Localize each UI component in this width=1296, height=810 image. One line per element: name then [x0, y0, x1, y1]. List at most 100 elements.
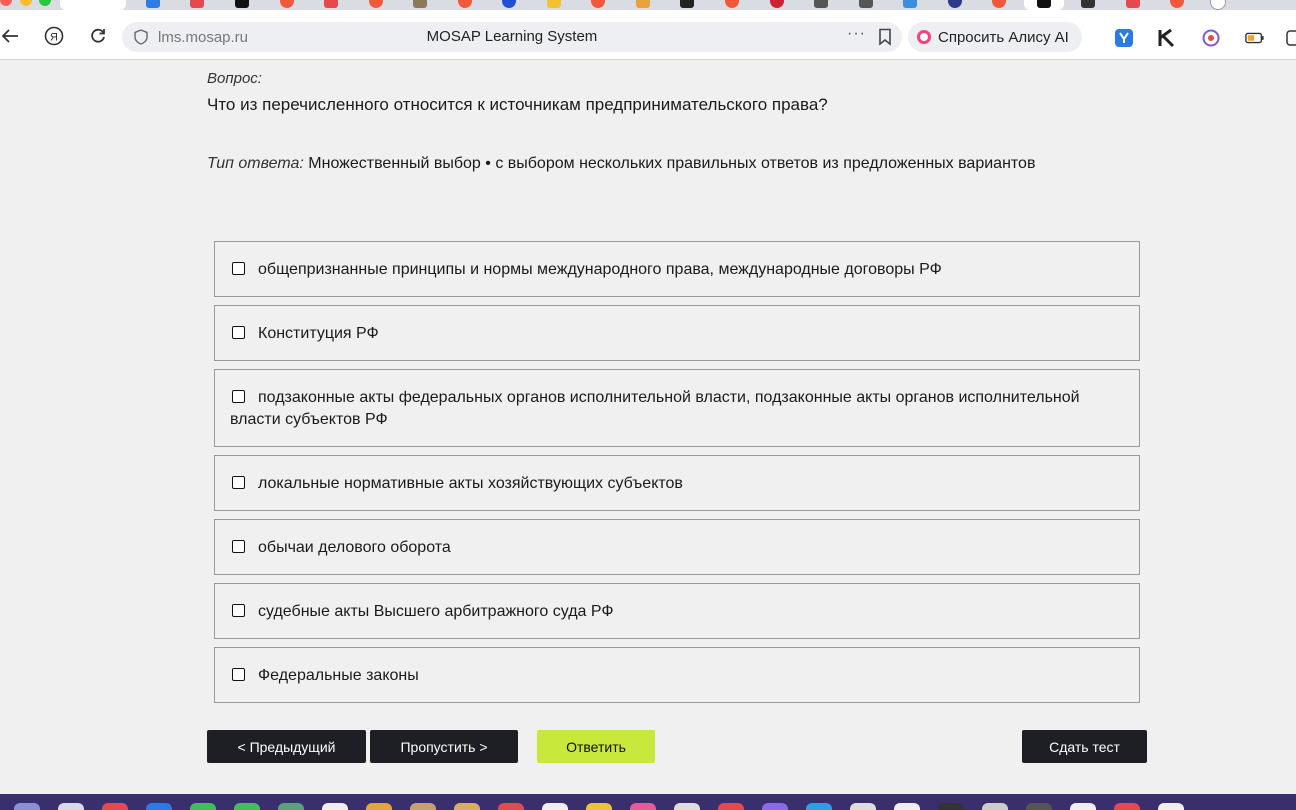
- dock-app-icon[interactable]: [630, 803, 656, 810]
- answer-option[interactable]: обычаи делового оборота: [214, 519, 1140, 575]
- answer-option-label: подзаконные акты федеральных органов исп…: [230, 389, 1080, 428]
- tab-favicon[interactable]: [725, 0, 739, 8]
- answer-option-label: Конституция РФ: [258, 325, 379, 342]
- answer-option[interactable]: локальные нормативные акты хозяйствующих…: [214, 455, 1140, 511]
- tab-favicon[interactable]: [324, 0, 338, 8]
- extension-k-icon[interactable]: [1157, 28, 1177, 48]
- dock-app-icon[interactable]: [322, 803, 348, 810]
- dock-app-icon[interactable]: [938, 803, 964, 810]
- dock-app-icon[interactable]: [982, 803, 1008, 810]
- dock-app-icon[interactable]: [146, 803, 172, 810]
- dock-app-icon[interactable]: [190, 803, 216, 810]
- ask-alice-button[interactable]: Спросить Алису AI: [908, 22, 1082, 52]
- answer-type-value: Множественный выбор • с выбором нескольк…: [308, 155, 1036, 172]
- bookmark-star-icon[interactable]: [1037, 0, 1051, 8]
- extension-icon[interactable]: [1285, 28, 1296, 48]
- ask-alice-label: Спросить Алису AI: [938, 28, 1069, 46]
- dock-app-icon[interactable]: [410, 803, 436, 810]
- tab-favicon[interactable]: [235, 0, 249, 8]
- dock-app-icon[interactable]: [762, 803, 788, 810]
- tab-favicon[interactable]: [680, 0, 694, 8]
- tab-favicon[interactable]: [1170, 0, 1184, 8]
- dock-app-icon[interactable]: [498, 803, 524, 810]
- tab-favicon[interactable]: [1126, 0, 1140, 8]
- shield-icon[interactable]: [134, 29, 148, 50]
- back-arrow-icon[interactable]: [0, 26, 20, 46]
- tab-favicon[interactable]: [591, 0, 605, 8]
- dock-app-icon[interactable]: [1158, 803, 1184, 810]
- question-label: Вопрос:: [207, 70, 262, 87]
- tab-favicon[interactable]: [146, 0, 160, 8]
- dock-app-icon[interactable]: [586, 803, 612, 810]
- dock-app-icon[interactable]: [58, 803, 84, 810]
- answer-option[interactable]: общепризнанные принципы и нормы междунар…: [214, 241, 1140, 297]
- tab-favicon[interactable]: [190, 0, 204, 8]
- url-host[interactable]: lms.mosap.ru: [158, 29, 248, 46]
- reload-icon[interactable]: [88, 26, 108, 46]
- new-tab-button[interactable]: [1210, 0, 1226, 10]
- dock-app-icon[interactable]: [366, 803, 392, 810]
- dock-app-icon[interactable]: [806, 803, 832, 810]
- dock-app-icon[interactable]: [718, 803, 744, 810]
- answer-option[interactable]: Федеральные законы: [214, 647, 1140, 703]
- tab-active[interactable]: [60, 0, 126, 10]
- dock-app-icon[interactable]: [1026, 803, 1052, 810]
- answer-option[interactable]: судебные акты Высшего арбитражного суда …: [214, 583, 1140, 639]
- checkbox[interactable]: [232, 390, 245, 403]
- dock-app-icon[interactable]: [454, 803, 480, 810]
- more-dots-icon[interactable]: ···: [847, 25, 866, 43]
- tab-favicon[interactable]: [369, 0, 383, 8]
- checkbox[interactable]: [232, 540, 245, 553]
- tab-strip: [0, 0, 1296, 10]
- extension-shield-icon[interactable]: [1114, 28, 1134, 48]
- dock-app-icon[interactable]: [894, 803, 920, 810]
- tab-favicon[interactable]: [859, 0, 873, 8]
- tab-favicon[interactable]: [992, 0, 1006, 8]
- tab-favicon[interactable]: [636, 0, 650, 8]
- tab-favicon[interactable]: [1081, 0, 1095, 8]
- dock-app-icon[interactable]: [1070, 803, 1096, 810]
- dock-app-icon[interactable]: [234, 803, 260, 810]
- address-bar[interactable]: lms.mosap.ru MOSAP Learning System ···: [122, 22, 902, 52]
- dock-app-icon[interactable]: [542, 803, 568, 810]
- answer-type: Тип ответа: Множественный выбор • с выбо…: [207, 155, 1035, 173]
- extension-circle-icon[interactable]: [1201, 28, 1221, 48]
- minimize-window-button[interactable]: [20, 0, 32, 6]
- checkbox[interactable]: [232, 326, 245, 339]
- submit-test-button[interactable]: Сдать тест: [1022, 730, 1147, 763]
- bookmark-icon[interactable]: [878, 28, 892, 51]
- checkbox[interactable]: [232, 262, 245, 275]
- answer-option-label: локальные нормативные акты хозяйствующих…: [258, 475, 683, 492]
- yandex-icon[interactable]: Я: [44, 26, 64, 46]
- tab-favicon[interactable]: [903, 0, 917, 8]
- answer-options: общепризнанные принципы и нормы междунар…: [214, 241, 1140, 711]
- dock-app-icon[interactable]: [850, 803, 876, 810]
- previous-button[interactable]: < Предыдущий: [207, 730, 366, 763]
- answer-button[interactable]: Ответить: [537, 730, 655, 763]
- tab-favicon[interactable]: [413, 0, 427, 8]
- tab-favicon[interactable]: [770, 0, 784, 8]
- checkbox[interactable]: [232, 604, 245, 617]
- tab-favicon[interactable]: [280, 0, 294, 8]
- maximize-window-button[interactable]: [39, 0, 51, 6]
- tab-favicon[interactable]: [814, 0, 828, 8]
- skip-button[interactable]: Пропустить >: [370, 730, 518, 763]
- alice-icon: [917, 30, 931, 44]
- dock-app-icon[interactable]: [1114, 803, 1140, 810]
- dock-app-icon[interactable]: [278, 803, 304, 810]
- tab-favicon[interactable]: [502, 0, 516, 8]
- tab-favicon[interactable]: [948, 0, 962, 8]
- tab-favicon[interactable]: [547, 0, 561, 8]
- tab-favicon[interactable]: [458, 0, 472, 8]
- dock-app-icon[interactable]: [14, 803, 40, 810]
- dock-app-icon[interactable]: [674, 803, 700, 810]
- dock-app-icon[interactable]: [102, 803, 128, 810]
- close-window-button[interactable]: [0, 0, 12, 6]
- battery-icon[interactable]: [1245, 28, 1265, 48]
- question-text: Что из перечисленного относится к источн…: [207, 95, 828, 114]
- answer-option[interactable]: подзаконные акты федеральных органов исп…: [214, 369, 1140, 447]
- svg-text:Я: Я: [50, 32, 58, 44]
- answer-option[interactable]: Конституция РФ: [214, 305, 1140, 361]
- checkbox[interactable]: [232, 476, 245, 489]
- checkbox[interactable]: [232, 668, 245, 681]
